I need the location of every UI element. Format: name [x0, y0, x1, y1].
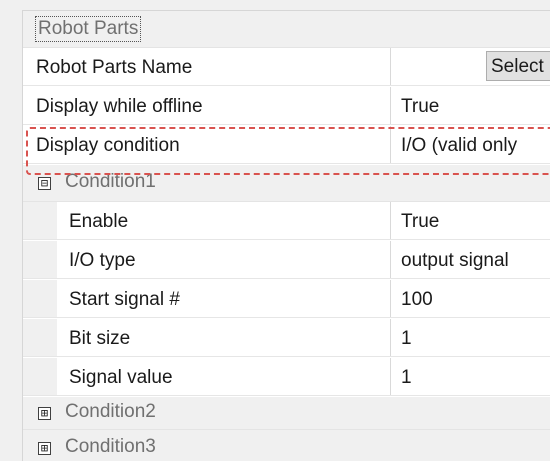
- property-value-text: 1: [401, 367, 412, 388]
- category-label: Condition2: [65, 401, 156, 422]
- property-value-text: output signal: [401, 250, 509, 271]
- expand-icon[interactable]: ⊞: [38, 407, 51, 420]
- property-name: Display condition: [36, 135, 180, 156]
- property-row-io-type[interactable]: I/O type output signal: [23, 241, 550, 279]
- category-label: Condition1: [65, 171, 156, 192]
- row-gutter: [23, 241, 57, 278]
- property-value-text: 1: [401, 328, 412, 349]
- property-value[interactable]: 1: [390, 358, 550, 395]
- property-value-text: I/O (valid only: [401, 135, 518, 156]
- category-robot-parts[interactable]: Robot Parts: [23, 11, 550, 48]
- category-condition3[interactable]: ⊞ Condition3: [23, 430, 550, 461]
- property-row-display-while-offline[interactable]: Display while offline True: [23, 87, 550, 125]
- category-label: Condition3: [65, 436, 156, 457]
- row-gutter: [23, 319, 57, 356]
- property-value[interactable]: 100: [390, 280, 550, 317]
- property-value[interactable]: I/O (valid only: [390, 126, 550, 163]
- expand-icon[interactable]: ⊞: [38, 442, 51, 455]
- property-name: Display while offline: [36, 96, 203, 117]
- property-row-start-signal[interactable]: Start signal # 100: [23, 280, 550, 318]
- property-value[interactable]: output signal: [390, 241, 550, 278]
- property-value-text: True: [401, 96, 440, 117]
- property-value[interactable]: Select: [390, 48, 550, 85]
- property-row-robot-parts-name[interactable]: Robot Parts Name Select: [23, 48, 550, 86]
- category-condition2[interactable]: ⊞ Condition2: [23, 397, 550, 430]
- property-name: Robot Parts Name: [36, 57, 193, 78]
- select-button[interactable]: Select: [486, 51, 550, 81]
- category-label: Robot Parts: [35, 16, 142, 42]
- property-name: Start signal #: [69, 289, 180, 310]
- property-value[interactable]: 1: [390, 319, 550, 356]
- category-condition1[interactable]: ⊟ Condition1: [23, 165, 550, 202]
- collapse-icon[interactable]: ⊟: [38, 177, 51, 190]
- property-name: Signal value: [69, 367, 173, 388]
- property-value-text: 100: [401, 289, 433, 310]
- property-name: I/O type: [69, 250, 136, 271]
- row-gutter: [23, 202, 57, 239]
- property-name: Bit size: [69, 328, 131, 349]
- row-gutter: [23, 280, 57, 317]
- row-gutter: [23, 358, 57, 395]
- property-value-text: True: [401, 211, 440, 232]
- property-value[interactable]: True: [390, 87, 550, 124]
- property-row-bit-size[interactable]: Bit size 1: [23, 319, 550, 357]
- property-row-display-condition[interactable]: Display condition I/O (valid only: [23, 126, 550, 164]
- property-row-enable[interactable]: Enable True: [23, 202, 550, 240]
- property-grid: Robot Parts Robot Parts Name Select Disp…: [22, 10, 550, 461]
- property-name: Enable: [69, 211, 129, 232]
- property-value[interactable]: True: [390, 202, 550, 239]
- property-row-signal-value[interactable]: Signal value 1: [23, 358, 550, 396]
